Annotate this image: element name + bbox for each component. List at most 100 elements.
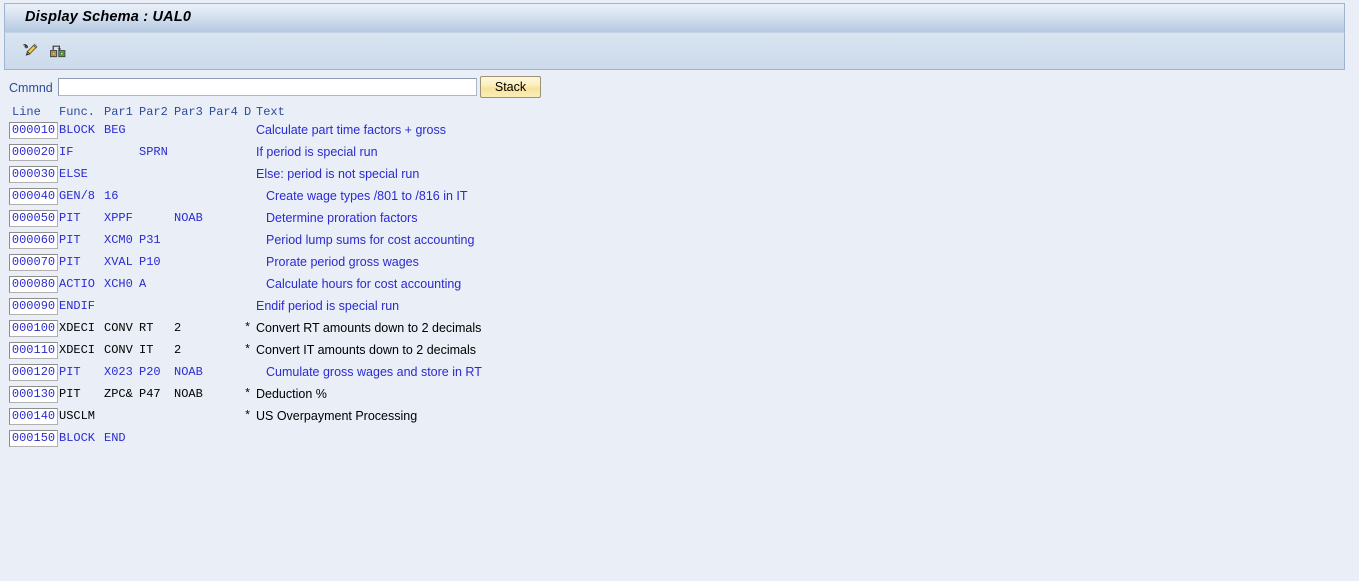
schema-structure-icon[interactable] bbox=[45, 38, 71, 64]
table-row[interactable]: 000020 IF SPRN If period is special run bbox=[0, 143, 1359, 165]
line-number-field[interactable]: 000100 bbox=[9, 320, 58, 337]
row-cell-func[interactable]: USCLM bbox=[59, 409, 95, 424]
table-row[interactable]: 000090 ENDIF Endif period is special run bbox=[0, 297, 1359, 319]
table-row[interactable]: 000100 XDECI CONV RT 2 * Convert RT amounts do… bbox=[0, 319, 1359, 341]
row-cell-func[interactable]: XDECI bbox=[59, 343, 95, 358]
row-cell-par1[interactable]: CONV bbox=[104, 343, 133, 358]
row-cell-par1[interactable]: END bbox=[104, 431, 126, 446]
row-cell-par3[interactable]: NOAB bbox=[174, 211, 203, 226]
row-cell-func[interactable]: PIT bbox=[59, 211, 81, 226]
table-row[interactable]: 000140 USCLM * US Overpayment Processing bbox=[0, 407, 1359, 429]
row-cell-par2[interactable]: P10 bbox=[139, 255, 161, 270]
row-cell-par2[interactable]: IT bbox=[139, 343, 153, 358]
row-cell-text[interactable]: Create wage types /801 to /816 in IT bbox=[256, 189, 468, 204]
table-row[interactable]: 000010 BLOCK BEG Calculate part time factor… bbox=[0, 121, 1359, 143]
row-cell-d[interactable]: * bbox=[244, 343, 251, 358]
row-cell-par3[interactable]: NOAB bbox=[174, 365, 203, 380]
row-cell-par1[interactable]: XCM0 bbox=[104, 233, 133, 248]
line-number-field[interactable]: 000060 bbox=[9, 232, 58, 249]
row-cell-func[interactable]: IF bbox=[59, 145, 73, 160]
command-input[interactable] bbox=[58, 78, 477, 96]
row-cell-par2[interactable]: SPRN bbox=[139, 145, 168, 160]
edit-schema-icon[interactable] bbox=[17, 38, 43, 64]
row-cell-func[interactable]: BLOCK bbox=[59, 123, 95, 138]
page-title: Display Schema : UAL0 bbox=[25, 9, 192, 25]
table-row[interactable]: 000120 PIT X023 P20 NOAB Cumulate gross wages… bbox=[0, 363, 1359, 385]
table-row[interactable]: 000050 PIT XPPF NOAB Determine proration fac… bbox=[0, 209, 1359, 231]
row-cell-d[interactable]: * bbox=[244, 321, 251, 336]
row-cell-text[interactable]: If period is special run bbox=[256, 145, 378, 160]
table-row[interactable]: 000030 ELSE Else: period is not special ru… bbox=[0, 165, 1359, 187]
row-cell-func[interactable]: PIT bbox=[59, 387, 81, 402]
row-cell-func[interactable]: PIT bbox=[59, 255, 81, 270]
row-cell-func[interactable]: ACTIO bbox=[59, 277, 95, 292]
line-number-field[interactable]: 000030 bbox=[9, 166, 58, 183]
table-row[interactable]: 000070 PIT XVAL P10 Prorate period gross wag… bbox=[0, 253, 1359, 275]
row-cell-text[interactable]: Cumulate gross wages and store in RT bbox=[256, 365, 482, 380]
line-number-field[interactable]: 000080 bbox=[9, 276, 58, 293]
line-number-field[interactable]: 000130 bbox=[9, 386, 58, 403]
row-cell-text[interactable]: Endif period is special run bbox=[256, 299, 399, 314]
table-row[interactable]: 000110 XDECI CONV IT 2 * Convert IT amounts do… bbox=[0, 341, 1359, 363]
line-number-field[interactable]: 000040 bbox=[9, 188, 58, 205]
row-cell-par1[interactable]: ZPC& bbox=[104, 387, 133, 402]
table-row[interactable]: 000150 BLOCK END bbox=[0, 429, 1359, 451]
row-cell-func[interactable]: ELSE bbox=[59, 167, 88, 182]
row-cell-par1[interactable]: XPPF bbox=[104, 211, 133, 226]
line-number-field[interactable]: 000120 bbox=[9, 364, 58, 381]
row-cell-par3[interactable]: 2 bbox=[174, 321, 181, 336]
row-cell-text[interactable]: Period lump sums for cost accounting bbox=[256, 233, 474, 248]
row-cell-d[interactable]: * bbox=[244, 387, 251, 402]
row-cell-par1[interactable]: 16 bbox=[104, 189, 118, 204]
row-cell-par2[interactable]: P20 bbox=[139, 365, 161, 380]
row-cell-func[interactable]: ENDIF bbox=[59, 299, 95, 314]
row-cell-par2[interactable]: RT bbox=[139, 321, 153, 336]
row-cell-par1[interactable]: XCH0 bbox=[104, 277, 133, 292]
line-number-field[interactable]: 000140 bbox=[9, 408, 58, 425]
row-cell-d[interactable]: * bbox=[244, 409, 251, 424]
row-cell-func[interactable]: BLOCK bbox=[59, 431, 95, 446]
row-cell-text[interactable]: Convert RT amounts down to 2 decimals bbox=[256, 321, 481, 336]
row-cell-text[interactable]: Calculate part time factors + gross bbox=[256, 123, 446, 138]
row-cell-text[interactable]: Else: period is not special run bbox=[256, 167, 419, 182]
row-cell-par1[interactable]: BEG bbox=[104, 123, 126, 138]
row-cell-text[interactable]: Convert IT amounts down to 2 decimals bbox=[256, 343, 476, 358]
table-row[interactable]: 000060 PIT XCM0 P31 Period lump sums for cos… bbox=[0, 231, 1359, 253]
row-cell-par1[interactable]: CONV bbox=[104, 321, 133, 336]
row-cell-text[interactable]: Determine proration factors bbox=[256, 211, 417, 226]
row-cell-par3[interactable]: 2 bbox=[174, 343, 181, 358]
structure-glyph bbox=[50, 45, 66, 58]
row-cell-text[interactable]: Deduction % bbox=[256, 387, 327, 402]
row-cell-par2[interactable]: P31 bbox=[139, 233, 161, 248]
row-cell-func[interactable]: GEN/8 bbox=[59, 189, 95, 204]
line-number-field[interactable]: 000050 bbox=[9, 210, 58, 227]
column-header-func: Func. bbox=[59, 105, 96, 119]
line-number-field[interactable]: 000070 bbox=[9, 254, 58, 271]
row-cell-par2[interactable]: P47 bbox=[139, 387, 161, 402]
row-cell-func[interactable]: PIT bbox=[59, 365, 81, 380]
table-row[interactable]: 000080 ACTIO XCH0 A Calculate hours for cost… bbox=[0, 275, 1359, 297]
row-cell-text[interactable]: Calculate hours for cost accounting bbox=[256, 277, 461, 292]
row-cell-func[interactable]: PIT bbox=[59, 233, 81, 248]
command-row: Cmmnd Stack bbox=[0, 74, 1359, 104]
line-number-field[interactable]: 000110 bbox=[9, 342, 58, 359]
line-number-field[interactable]: 000010 bbox=[9, 122, 58, 139]
table-row[interactable]: 000130 PIT ZPC& P47 NOAB * Deduction % bbox=[0, 385, 1359, 407]
line-number-field[interactable]: 000020 bbox=[9, 144, 58, 161]
row-cell-par3[interactable]: NOAB bbox=[174, 387, 203, 402]
row-cell-text[interactable]: US Overpayment Processing bbox=[256, 409, 417, 424]
row-cell-par1[interactable]: XVAL bbox=[104, 255, 133, 270]
line-number-field[interactable]: 000150 bbox=[9, 430, 58, 447]
column-header-line: Line bbox=[12, 105, 41, 119]
column-header-par4: Par4 bbox=[209, 105, 238, 119]
schema-grid: Line Func. Par1 Par2 Par3 Par4 D Text 00… bbox=[0, 104, 1359, 581]
column-header-par3: Par3 bbox=[174, 105, 203, 119]
row-cell-par2[interactable]: A bbox=[139, 277, 146, 292]
line-number-field[interactable]: 000090 bbox=[9, 298, 58, 315]
row-cell-func[interactable]: XDECI bbox=[59, 321, 95, 336]
column-header-par2: Par2 bbox=[139, 105, 168, 119]
row-cell-par1[interactable]: X023 bbox=[104, 365, 133, 380]
row-cell-text[interactable]: Prorate period gross wages bbox=[256, 255, 419, 270]
stack-button[interactable]: Stack bbox=[480, 76, 541, 98]
table-row[interactable]: 000040 GEN/8 16 Create wage types /801 to /… bbox=[0, 187, 1359, 209]
